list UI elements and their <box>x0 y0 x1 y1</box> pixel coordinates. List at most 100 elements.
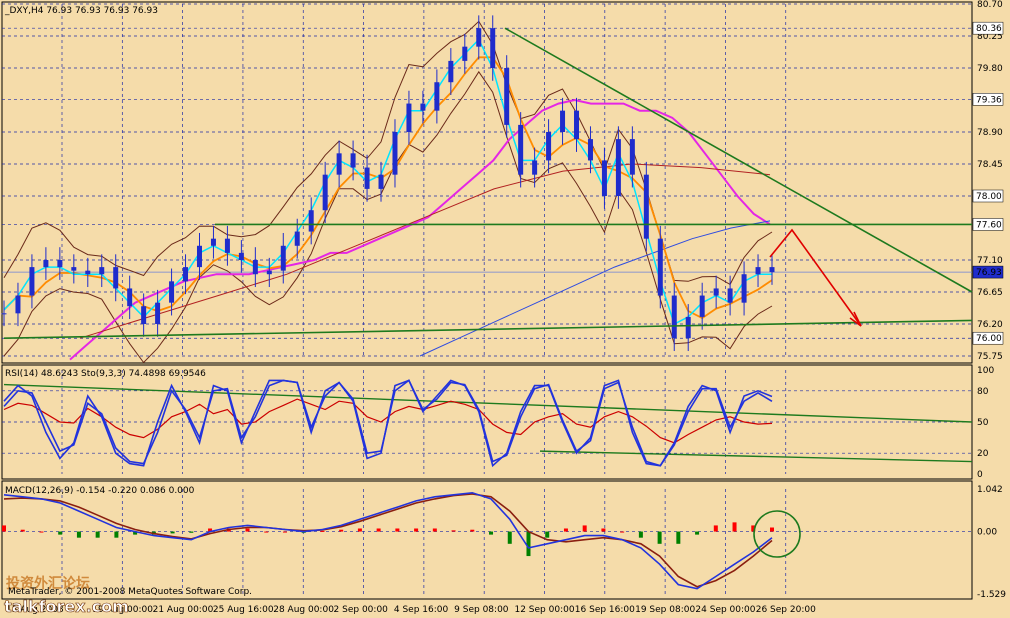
candle-body <box>601 160 607 196</box>
macd-hist-bar <box>620 531 625 533</box>
price-level-label: 80.36 <box>976 24 1002 34</box>
candle-body <box>434 82 440 111</box>
x-tick-label: 28 Aug 00:00 <box>273 605 334 615</box>
candle-body <box>266 270 272 275</box>
macd-hist-bar <box>376 528 381 532</box>
macd-lines <box>2 491 774 590</box>
candle-body <box>113 267 119 289</box>
x-tick-label: 21 Aug 00:00 <box>153 605 214 615</box>
candle-body <box>336 153 342 175</box>
macd-hist-bar <box>2 525 6 532</box>
x-tick-label: 16 Sep 16:00 <box>575 605 635 615</box>
candle-body <box>462 46 468 61</box>
macd-hist-bar <box>713 525 718 532</box>
macd-hist-bar <box>770 527 774 532</box>
y-tick-label: 79.80 <box>977 64 1003 74</box>
candle-body <box>518 124 524 175</box>
rsi-tick-label: 0 <box>977 470 983 480</box>
x-tick-label: 25 Aug 16:00 <box>213 605 274 615</box>
candle-body <box>252 260 258 275</box>
candle-body <box>196 245 202 268</box>
moving-averages <box>3 38 773 361</box>
candle-body <box>741 274 747 303</box>
macd-line <box>3 491 773 590</box>
candle-body <box>685 316 691 339</box>
support-trendline <box>3 319 973 340</box>
projection-arrow <box>769 228 862 327</box>
macd-hist-bar <box>638 531 643 538</box>
candle-body <box>615 139 621 196</box>
y-tick-label: 75.75 <box>977 352 1003 362</box>
macd-hist-bar <box>470 529 475 532</box>
macd-hist-bar <box>526 531 531 557</box>
candle-body <box>769 267 775 273</box>
candle-body <box>1 313 7 315</box>
watermark-copyright: MetaTrader, © 2001-2008 MetaQuotes Softw… <box>8 587 252 597</box>
candle-body <box>238 252 244 260</box>
candle-body <box>280 245 286 271</box>
chart-window: 80.70 80.25 79.80 78.90 78.45 77.10 76.65 76.20… <box>0 0 1010 618</box>
x-tick-label: 24 Sep 00:00 <box>695 605 755 615</box>
lower-band <box>3 70 773 364</box>
y-tick-label: 78.90 <box>977 128 1003 138</box>
macd-hist-bar <box>676 531 681 544</box>
x-tick-label: 9 Sep 08:00 <box>454 605 509 615</box>
price-level-label: 76.00 <box>976 334 1002 344</box>
macd-header: MACD(12,26,9) -0.154 -0.220 0.086 0.000 <box>5 486 195 496</box>
candle-body <box>643 174 649 239</box>
rsi-tick-label: 50 <box>977 418 989 428</box>
rsi-header: RSI(14) 48.6243 Sto(9,3,3) 74.4898 69.95… <box>5 369 206 379</box>
candle-body <box>532 160 538 175</box>
macd-hist-bar <box>451 530 456 532</box>
candle-body <box>587 139 593 161</box>
red-ma <box>79 163 771 339</box>
macd-hist-bar <box>320 530 325 532</box>
upper-band <box>3 20 773 286</box>
macd-hist-bar <box>245 528 250 532</box>
macd-hist-bar <box>189 531 194 533</box>
resistance-trendline <box>504 27 973 293</box>
rsi-tick-label: 100 <box>977 366 994 376</box>
macd-hist-bar <box>695 531 700 535</box>
candles <box>1 15 775 352</box>
y-tick-label: 80.70 <box>977 0 1003 10</box>
candle-body <box>85 270 91 275</box>
macd-highlight-circle <box>753 510 801 558</box>
candle-body <box>294 231 300 246</box>
candle-body <box>322 174 328 211</box>
candle-body <box>490 28 496 68</box>
macd-hist-bar <box>395 528 400 532</box>
fast-ma <box>3 38 772 326</box>
macd-hist-bar <box>563 528 568 532</box>
macd-hist-bar <box>357 528 362 532</box>
candle-body <box>546 132 552 161</box>
macd-hist-bar <box>282 531 287 533</box>
macd-hist-bar <box>39 531 44 533</box>
macd-hist-bar <box>432 528 437 532</box>
macd-hist-bar <box>264 531 269 533</box>
x-tick-label: 26 Sep 20:00 <box>756 605 816 615</box>
x-tick-label: 19 Sep 08:00 <box>635 605 695 615</box>
candle-body <box>57 260 63 268</box>
candle-body <box>629 139 635 175</box>
price-level-label: 79.36 <box>976 95 1002 105</box>
rsi-tick-label: 20 <box>977 449 989 459</box>
candle-body <box>392 132 398 175</box>
candle-body <box>755 267 761 275</box>
y-tick-label: 77.10 <box>977 256 1003 266</box>
macd-hist-bar <box>339 529 344 532</box>
candle-body <box>71 267 77 271</box>
candle-body <box>574 110 580 140</box>
candle-body <box>727 288 733 303</box>
candle-body <box>169 281 175 303</box>
candle-body <box>420 103 426 111</box>
candle-body <box>350 153 356 168</box>
rsi-tick-label: 80 <box>977 387 989 397</box>
macd-hist-bar <box>58 531 63 535</box>
orange-ma <box>3 56 773 320</box>
macd-hist-bar <box>582 525 587 532</box>
macd-tick-label: -1.529 <box>977 590 1006 600</box>
candle-body <box>671 295 677 339</box>
candle-body <box>657 238 663 296</box>
macd-hist-bar <box>170 531 175 534</box>
